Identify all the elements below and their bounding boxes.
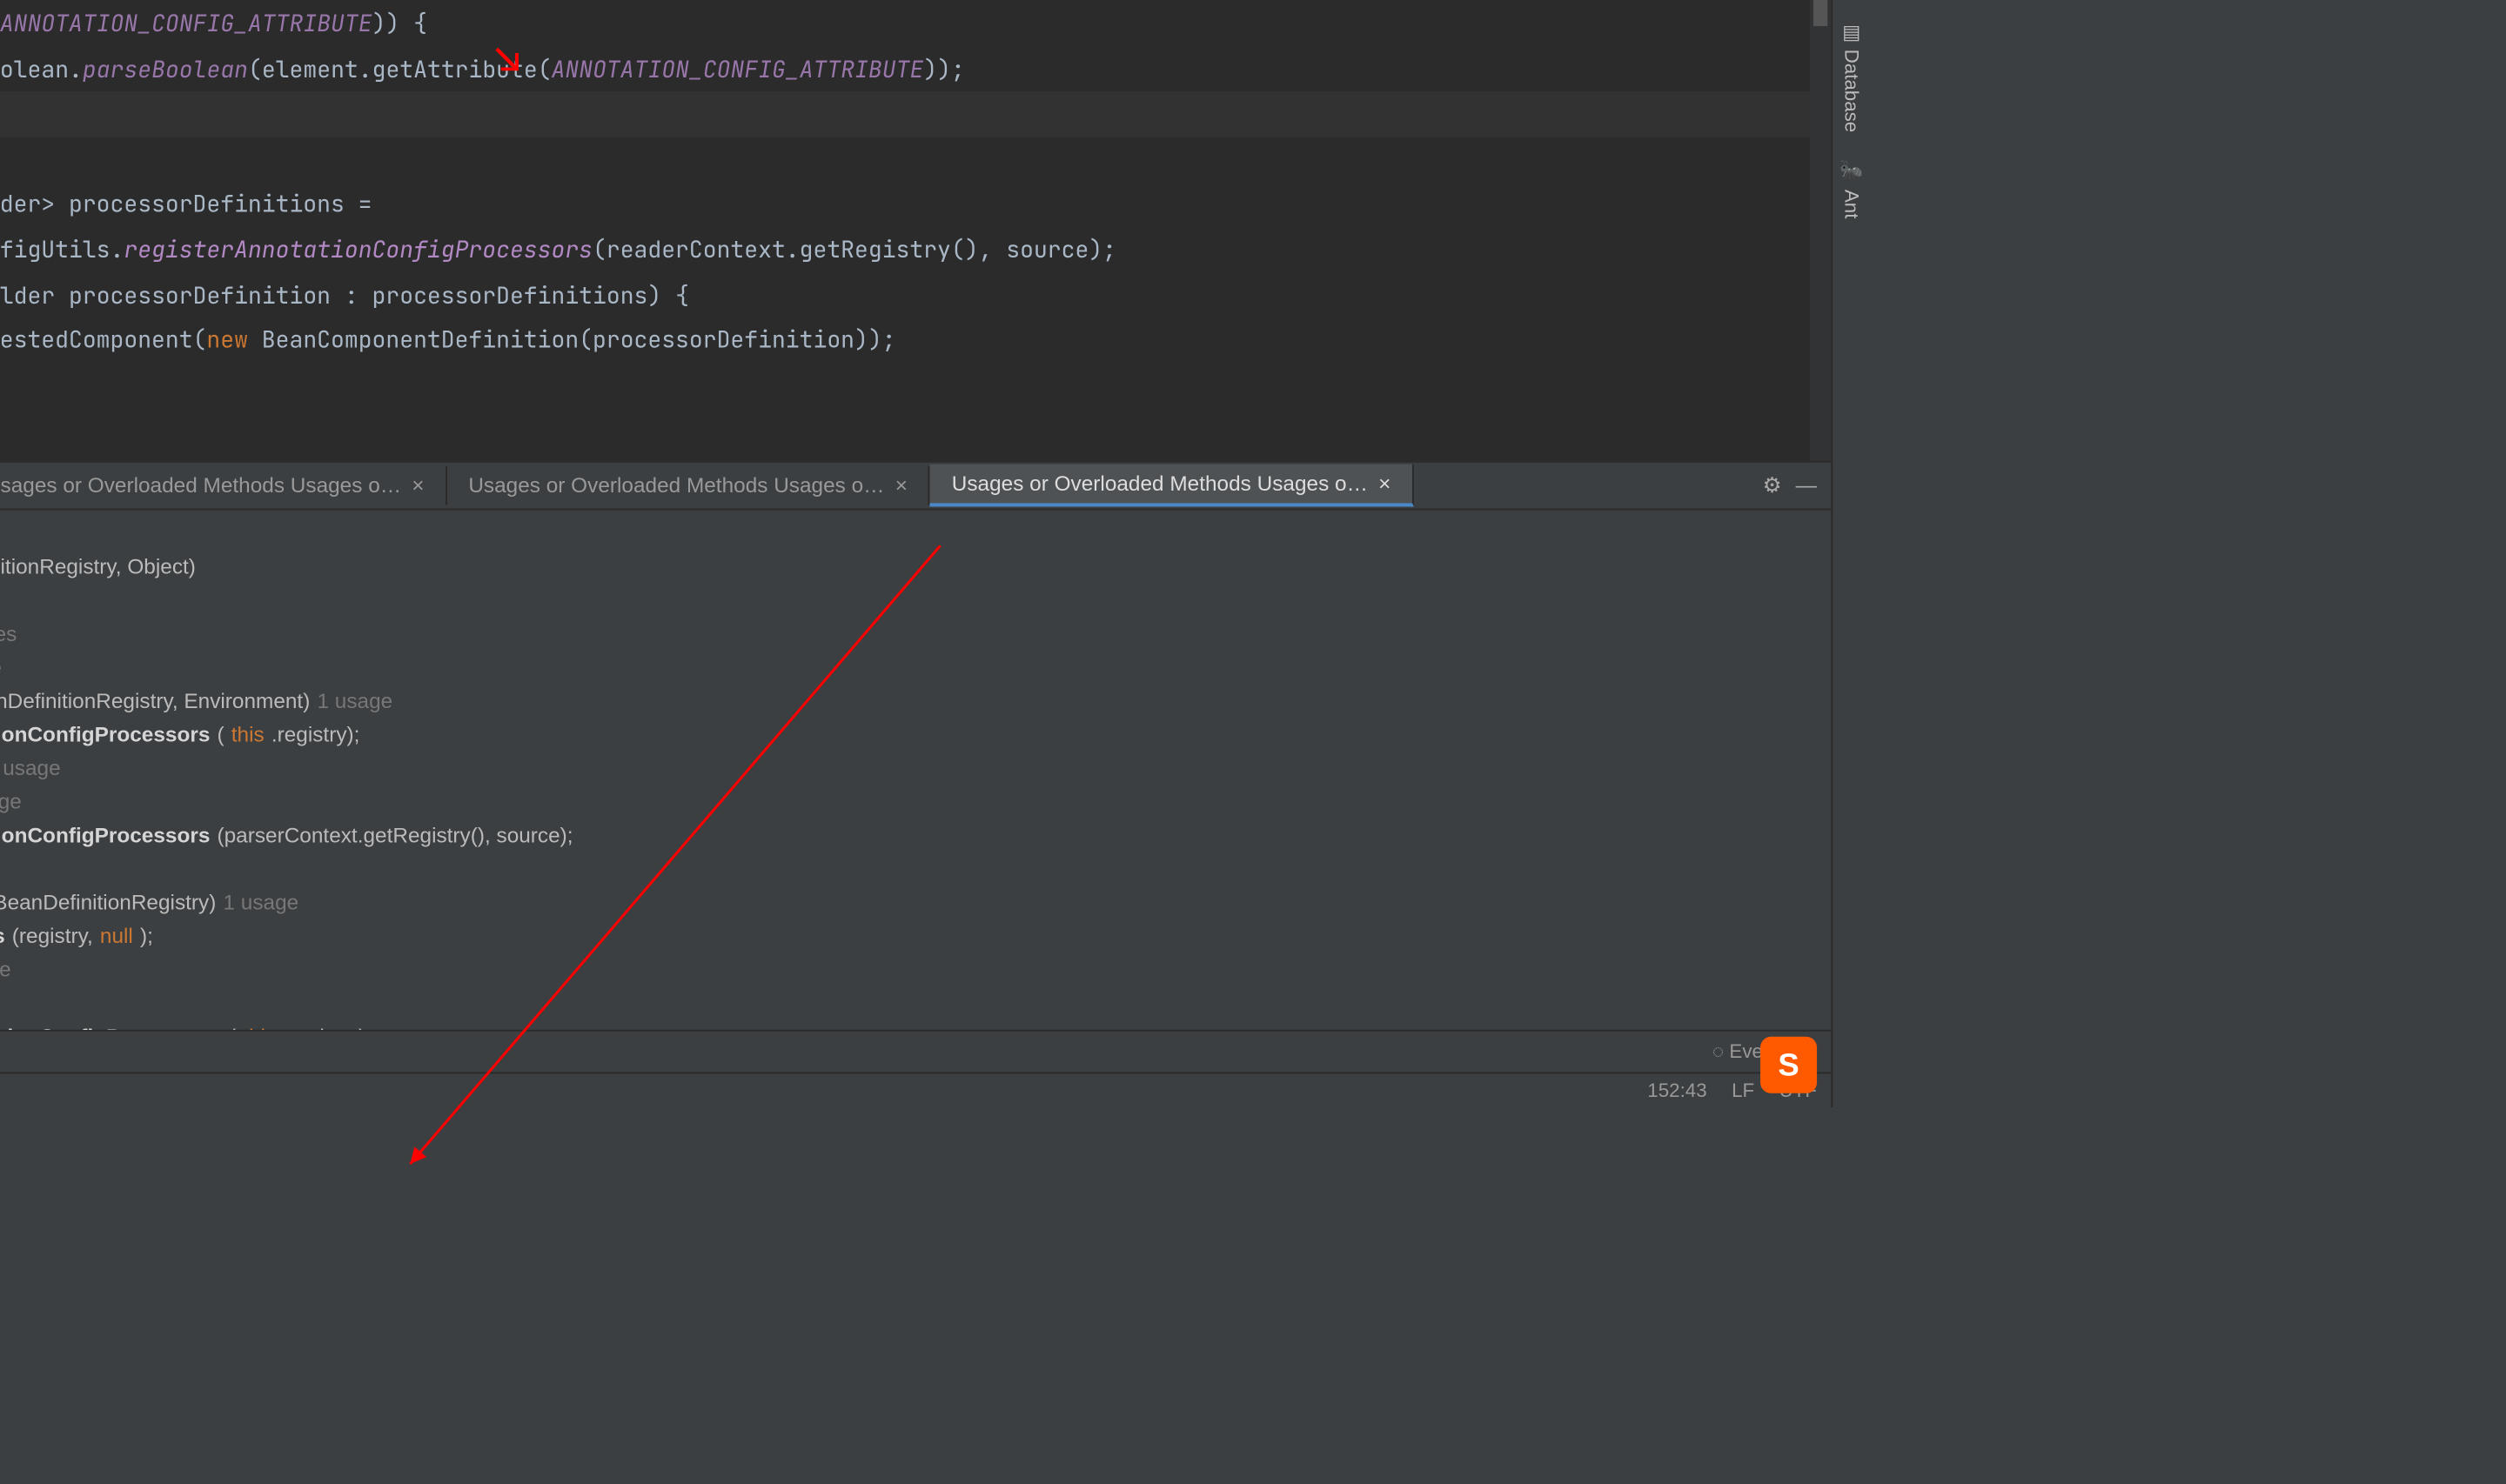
find-header: Find: Usages of registerAnnotationConfig… bbox=[0, 460, 1831, 510]
gear-icon[interactable]: ⚙ bbox=[1763, 473, 1782, 498]
statusbar-2: ▭ 152:43 LF UTF bbox=[0, 1072, 1831, 1107]
find-tab-1[interactable]: Usages or Overloaded Methods Usages o…× bbox=[0, 466, 447, 505]
code-editor[interactable]: 145146147148149150151152153154155156 ⊟ ⊏… bbox=[0, 0, 1831, 460]
code-area[interactable]: // Register annotation config processors… bbox=[0, 0, 1831, 460]
find-tab-2[interactable]: Usages or Overloaded Methods Usages o…× bbox=[447, 466, 930, 505]
find-panel: ⟳▶ ↑ ↓ ⊞ ↩ ◯ ⓘ ⇅ ⇵ ▭ ⇲ ▼Methodm ⇣ regist… bbox=[0, 510, 1831, 1029]
find-tab-3[interactable]: Usages or Overloaded Methods Usages o…× bbox=[930, 465, 1413, 507]
ime-badge-icon: S bbox=[1760, 1037, 1817, 1093]
statusbar: ⎇ 9: Git 🔍 3: Find ≡ 6: TODO ✿ Spring ▣ … bbox=[0, 1030, 1831, 1073]
line-sep[interactable]: LF bbox=[1732, 1080, 1754, 1101]
tool-restful[interactable]: ◉ RestfulTool bbox=[1836, 0, 1866, 6]
editor-scrollbar[interactable] bbox=[1810, 0, 1831, 460]
tool-ant[interactable]: 🐜 Ant bbox=[1836, 146, 1866, 233]
tool-database[interactable]: ▤ Database bbox=[1836, 6, 1866, 146]
hide-icon[interactable]: — bbox=[1796, 473, 1817, 498]
right-tool-gutter: m Maven ◉ RestfulTool ▤ Database 🐜 Ant bbox=[1831, 0, 1870, 1107]
caret-pos: 152:43 bbox=[1647, 1080, 1706, 1101]
usages-tree[interactable]: ▼Methodm ⇣ registerAnnotationConfigProce… bbox=[0, 510, 1831, 1029]
